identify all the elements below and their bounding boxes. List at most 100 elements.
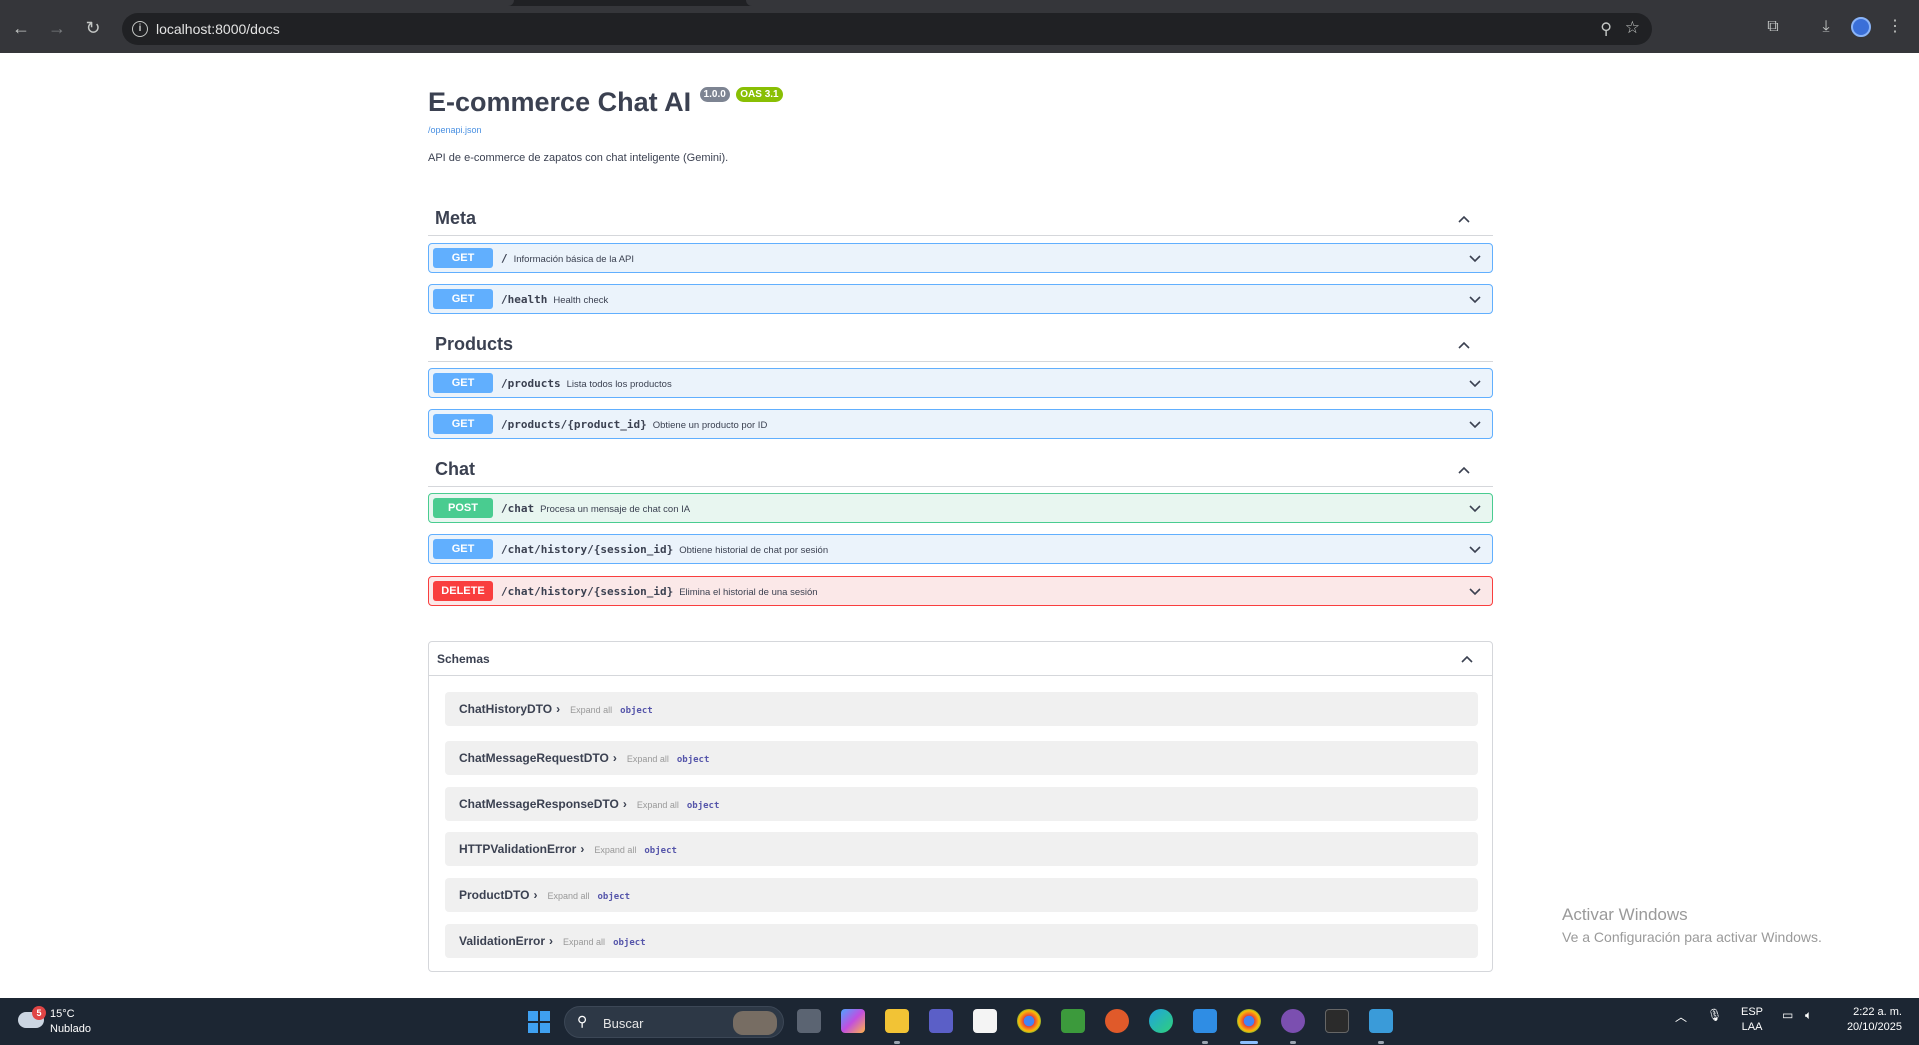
schema-model[interactable]: ProductDTO › Expand all object — [445, 878, 1478, 912]
chevron-down-icon[interactable] — [1468, 417, 1482, 431]
chevron-up-icon[interactable]: ︿ — [1675, 1008, 1687, 1025]
snipping-tool-icon[interactable] — [1369, 1009, 1393, 1033]
network-icon[interactable]: ▭ — [1782, 1008, 1793, 1022]
operation-summary: Obtiene historial de chat por sesión — [679, 545, 829, 556]
expand-all-link[interactable]: Expand all — [570, 705, 612, 715]
profile-avatar[interactable] — [1851, 17, 1871, 37]
model-name[interactable]: ChatHistoryDTO — [459, 702, 552, 716]
swagger-page: E-commerce Chat AI 1.0.0 OAS 3.1 /openap… — [0, 53, 1919, 998]
file-explorer-icon[interactable] — [885, 1009, 909, 1033]
operation-get-root[interactable]: GET / Información básica de la API — [428, 243, 1493, 273]
schema-model[interactable]: ValidationError › Expand all object — [445, 924, 1478, 958]
tag-chat[interactable]: Chat — [428, 451, 1493, 487]
tag-meta[interactable]: Meta — [428, 200, 1493, 236]
chrome-icon[interactable] — [1017, 1009, 1041, 1033]
operation-post-chat[interactable]: POST /chat Procesa un mensaje de chat con… — [428, 493, 1493, 523]
chevron-up-icon[interactable] — [1457, 463, 1471, 477]
operation-summary: Lista todos los productos — [566, 379, 672, 390]
chevron-down-icon[interactable] — [1468, 501, 1482, 515]
model-name[interactable]: ChatMessageResponseDTO — [459, 797, 619, 811]
chevron-up-icon[interactable] — [1460, 652, 1474, 666]
operation-summary: Procesa un mensaje de chat con IA — [540, 504, 691, 515]
menu-icon[interactable]: ⋮ — [1884, 16, 1906, 38]
model-name[interactable]: ChatMessageRequestDTO — [459, 751, 609, 765]
weather-badge: 5 — [32, 1006, 46, 1020]
expand-all-link[interactable]: Expand all — [627, 754, 669, 764]
download-icon[interactable]: ⤓ — [1815, 16, 1837, 38]
teams-icon[interactable] — [929, 1009, 953, 1033]
bookmark-star-icon[interactable]: ☆ — [1625, 18, 1640, 38]
back-icon[interactable]: ← — [9, 16, 33, 40]
chevron-right-icon[interactable]: › — [580, 842, 584, 856]
chevron-right-icon[interactable]: › — [556, 702, 560, 716]
windows-start-icon[interactable] — [528, 1011, 550, 1033]
operation-delete-chat-history[interactable]: DELETE /chat/history/{session_id} Elimina… — [428, 576, 1493, 606]
edge-icon[interactable] — [1149, 1009, 1173, 1033]
expand-all-link[interactable]: Expand all — [547, 891, 589, 901]
system-clock[interactable]: 2:22 a. m. 20/10/2025 — [1836, 1005, 1902, 1035]
method-badge: GET — [433, 289, 493, 309]
operation-path: /chat Procesa un mensaje de chat con IA — [501, 502, 691, 515]
zoom-icon[interactable]: ⚲ — [1600, 19, 1612, 39]
copilot-icon[interactable] — [841, 1009, 865, 1033]
tag-products[interactable]: Products — [428, 326, 1493, 362]
operation-get-products[interactable]: GET /products Lista todos los productos — [428, 368, 1493, 398]
tag-name: Chat — [435, 459, 475, 479]
chevron-up-icon[interactable] — [1457, 338, 1471, 352]
operation-summary: Health check — [553, 295, 609, 306]
chevron-right-icon[interactable]: › — [623, 797, 627, 811]
weather-widget[interactable]: 5 15°C Nublado — [18, 1006, 128, 1038]
expand-all-link[interactable]: Expand all — [637, 800, 679, 810]
model-name[interactable]: ProductDTO — [459, 888, 529, 902]
expand-all-link[interactable]: Expand all — [563, 937, 605, 947]
taskbar-search[interactable]: ⚲ Buscar — [564, 1006, 784, 1038]
tag-name: Products — [435, 334, 514, 354]
schemas-header[interactable]: Schemas — [429, 642, 1492, 676]
operation-path: /chat/history/{session_id} Elimina el his… — [501, 585, 818, 598]
chevron-right-icon[interactable]: › — [533, 888, 537, 902]
reload-icon[interactable]: ↻ — [81, 16, 105, 40]
extensions-icon[interactable]: ⧉ — [1762, 16, 1784, 38]
site-info-icon[interactable]: i — [132, 21, 148, 37]
openapi-json-link[interactable]: /openapi.json — [428, 125, 482, 135]
chevron-down-icon[interactable] — [1468, 292, 1482, 306]
github-desktop-icon[interactable] — [1281, 1009, 1305, 1033]
task-view-icon[interactable] — [797, 1009, 821, 1033]
model-name[interactable]: HTTPValidationError — [459, 842, 576, 856]
chevron-down-icon[interactable] — [1468, 376, 1482, 390]
chevron-down-icon[interactable] — [1468, 584, 1482, 598]
schema-model[interactable]: ChatMessageRequestDTO › Expand all object — [445, 741, 1478, 775]
chevron-up-icon[interactable] — [1457, 212, 1471, 226]
language-indicator[interactable]: ESP LAA — [1741, 1005, 1763, 1035]
windows-taskbar: 5 15°C Nublado ⚲ Buscar ︿ 🎙︎ ESP LAA ▭ 🔈… — [0, 998, 1919, 1045]
vscode-icon[interactable] — [1193, 1009, 1217, 1033]
operation-get-product-by-id[interactable]: GET /products/{product_id} Obtiene un pro… — [428, 409, 1493, 439]
forward-icon[interactable]: → — [45, 16, 69, 40]
chevron-down-icon[interactable] — [1468, 251, 1482, 265]
store-icon[interactable] — [973, 1009, 997, 1033]
chevron-right-icon[interactable]: › — [613, 751, 617, 765]
microphone-icon[interactable]: 🎙︎ — [1707, 1008, 1722, 1022]
operation-summary: Información básica de la API — [513, 254, 635, 265]
minecraft-icon[interactable] — [1061, 1009, 1085, 1033]
microphone-app-icon[interactable] — [1105, 1009, 1129, 1033]
expand-all-link[interactable]: Expand all — [594, 845, 636, 855]
schema-model[interactable]: ChatHistoryDTO › Expand all object — [445, 692, 1478, 726]
operation-get-health[interactable]: GET /health Health check — [428, 284, 1493, 314]
model-type: object — [686, 801, 720, 811]
schema-model[interactable]: ChatMessageResponseDTO › Expand all object — [445, 787, 1478, 821]
schema-model[interactable]: HTTPValidationError › Expand all object — [445, 832, 1478, 866]
terminal-icon[interactable] — [1325, 1009, 1349, 1033]
operation-get-chat-history[interactable]: GET /chat/history/{session_id} Obtiene hi… — [428, 534, 1493, 564]
watermark-subtitle: Ve a Configuración para activar Windows. — [1562, 929, 1822, 945]
model-name[interactable]: ValidationError — [459, 934, 545, 948]
chevron-down-icon[interactable] — [1468, 542, 1482, 556]
address-bar[interactable]: i localhost:8000/docs ⚲ ☆ — [122, 13, 1652, 45]
tag-name: Meta — [435, 208, 477, 228]
url-text[interactable]: localhost:8000/docs — [156, 21, 280, 37]
schemas-title: Schemas — [437, 652, 490, 666]
method-badge: POST — [433, 498, 493, 518]
volume-icon[interactable]: 🔈︎ — [1805, 1008, 1812, 1023]
chevron-right-icon[interactable]: › — [549, 934, 553, 948]
chrome-active-icon[interactable] — [1237, 1009, 1261, 1033]
